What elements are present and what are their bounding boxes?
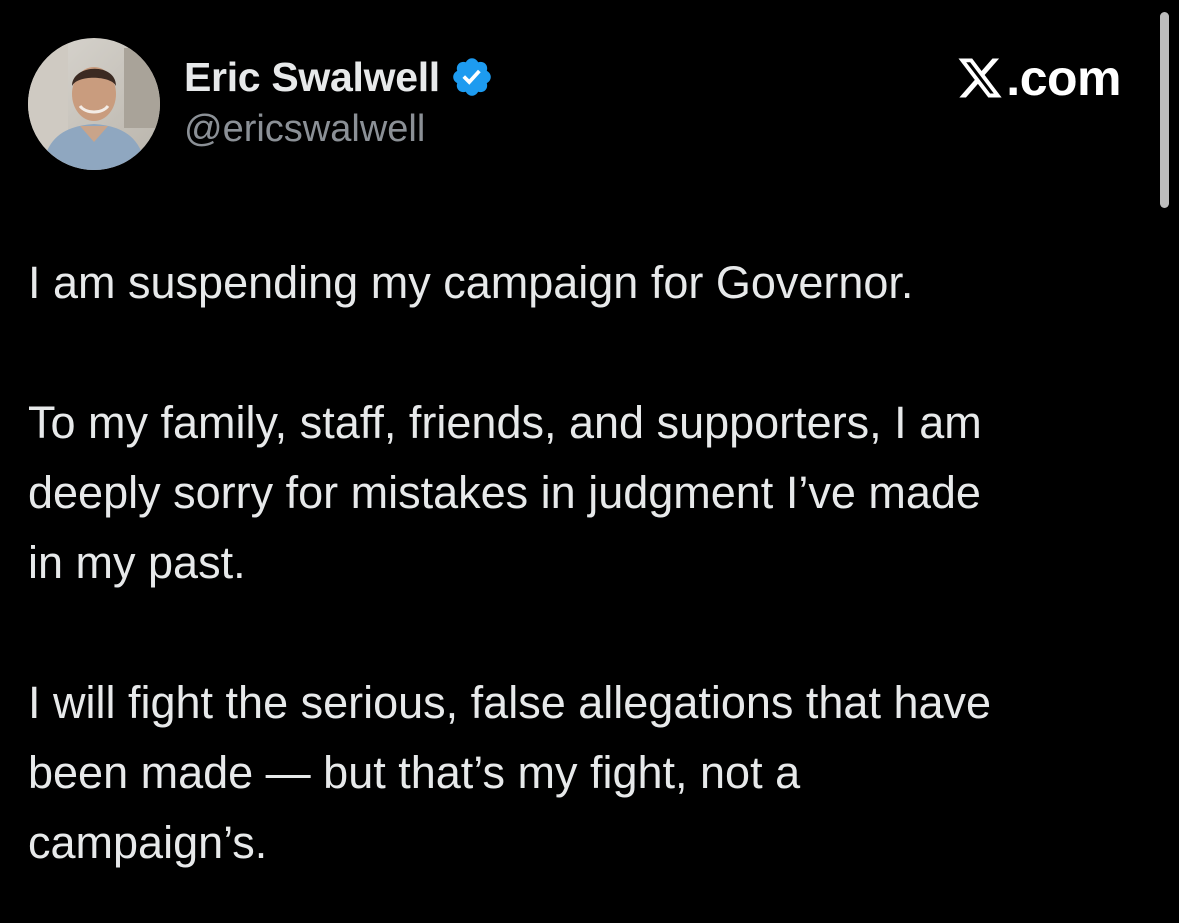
brand-domain-label: .com bbox=[1006, 50, 1121, 106]
x-logo-icon bbox=[956, 54, 1004, 102]
profile-photo bbox=[28, 38, 160, 170]
tweet-paragraph-1: I am suspending my campaign for Governor… bbox=[28, 257, 914, 308]
author-handle[interactable]: @ericswalwell bbox=[184, 108, 425, 151]
tweet-body: I am suspending my campaign for Governor… bbox=[28, 248, 1143, 878]
tweet-paragraph-3: I will fight the serious, false allegati… bbox=[28, 677, 992, 868]
tweet-screenshot: Eric Swalwell @ericswalwell .com I am su… bbox=[0, 0, 1179, 923]
verified-badge-icon bbox=[450, 55, 494, 99]
brand-watermark: .com bbox=[956, 48, 1121, 108]
author-name-row: Eric Swalwell bbox=[184, 52, 494, 102]
author-display-name[interactable]: Eric Swalwell bbox=[184, 54, 440, 101]
scrollbar-thumb[interactable] bbox=[1160, 12, 1169, 208]
tweet-paragraph-2: To my family, staff, friends, and suppor… bbox=[28, 397, 982, 588]
avatar[interactable] bbox=[28, 38, 160, 170]
